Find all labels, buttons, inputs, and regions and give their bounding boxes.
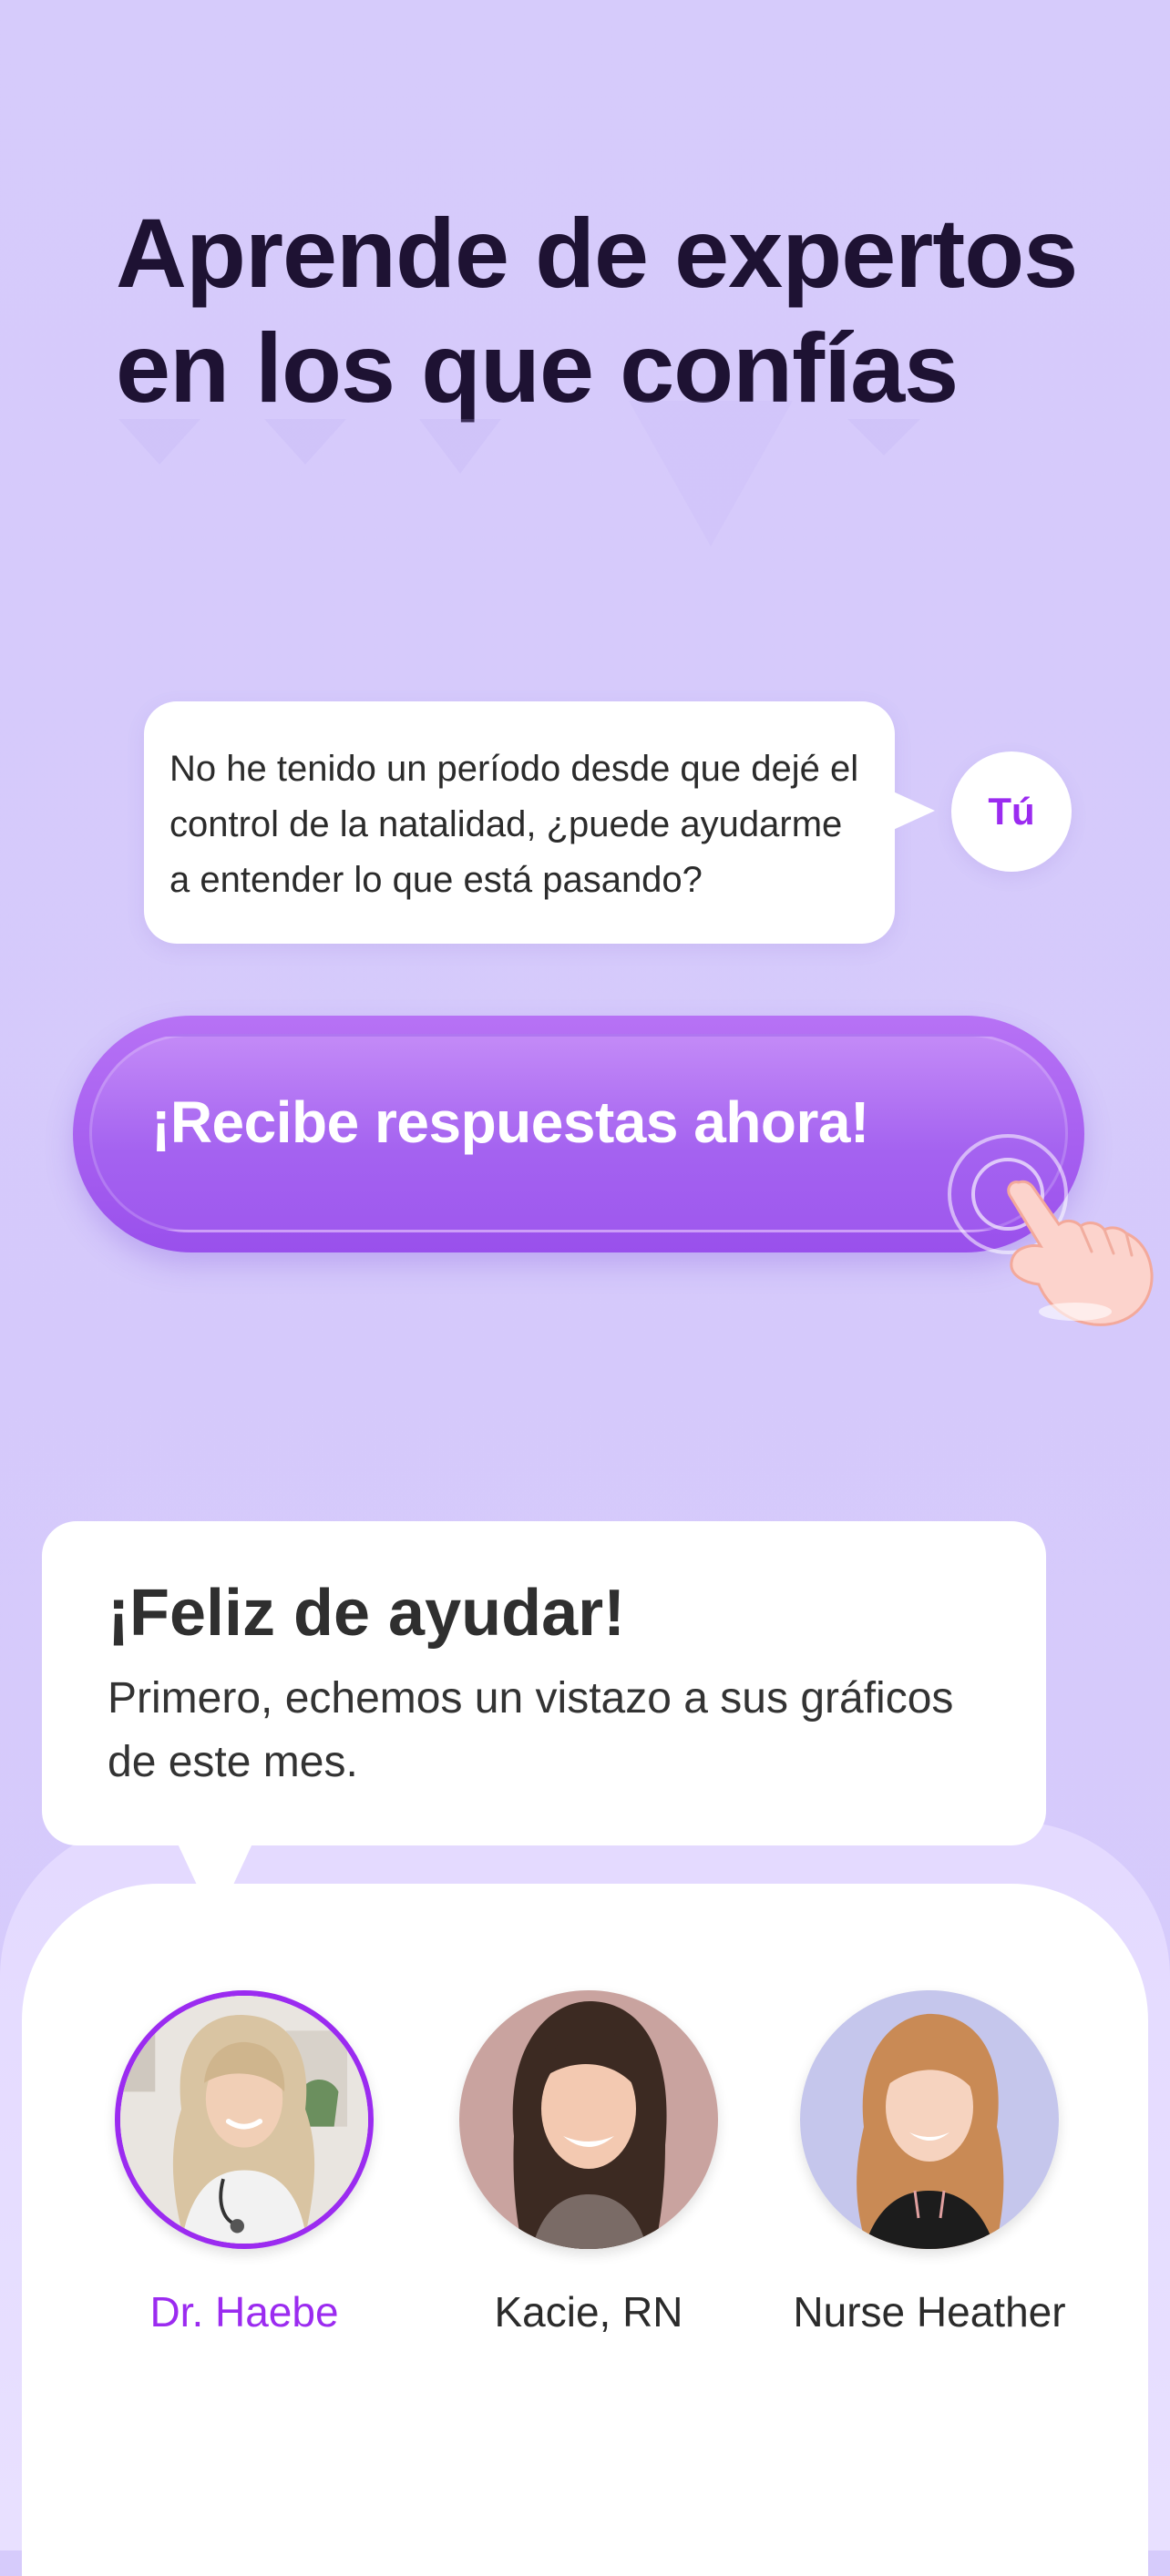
expert-card-dr-haebe[interactable]: Dr. Haebe xyxy=(108,1990,381,2336)
expert-avatar xyxy=(459,1990,718,2249)
expert-name: Nurse Heather xyxy=(793,2288,1066,2336)
user-message-bubble: No he tenido un período desde que dejé e… xyxy=(144,701,935,944)
decorative-shapes xyxy=(118,401,920,547)
expert-avatar xyxy=(800,1990,1059,2249)
expert-photo-icon xyxy=(800,1990,1059,2249)
expert-avatar xyxy=(115,1990,374,2249)
user-message-text: No he tenido un período desde que dejé e… xyxy=(169,749,859,900)
expert-reply-bubble: ¡Feliz de ayudar! Primero, echemos un vi… xyxy=(42,1521,1046,1924)
headline: Aprende de expertos en los que confías xyxy=(116,196,1118,425)
user-avatar: Tú xyxy=(951,751,1072,872)
expert-card-nurse-heather[interactable]: Nurse Heather xyxy=(793,1990,1066,2336)
get-answers-button-label: ¡Recibe respuestas ahora! xyxy=(151,1089,869,1155)
expert-name: Dr. Haebe xyxy=(149,2288,339,2336)
pointing-hand-icon xyxy=(1007,1180,1154,1326)
get-answers-button[interactable]: ¡Recibe respuestas ahora! xyxy=(73,1016,1084,1252)
expert-card-kacie[interactable]: Kacie, RN xyxy=(452,1990,725,2336)
expert-reply-subtitle: Primero, echemos un vistazo a sus gráfic… xyxy=(108,1674,954,1786)
expert-reply-title: ¡Feliz de ayudar! xyxy=(108,1577,626,1650)
user-avatar-label: Tú xyxy=(988,790,1035,833)
headline-line-1: Aprende de expertos xyxy=(116,198,1078,308)
expert-name: Kacie, RN xyxy=(494,2288,683,2336)
expert-photo-icon xyxy=(120,1996,368,2244)
expert-photo-icon xyxy=(459,1990,718,2249)
